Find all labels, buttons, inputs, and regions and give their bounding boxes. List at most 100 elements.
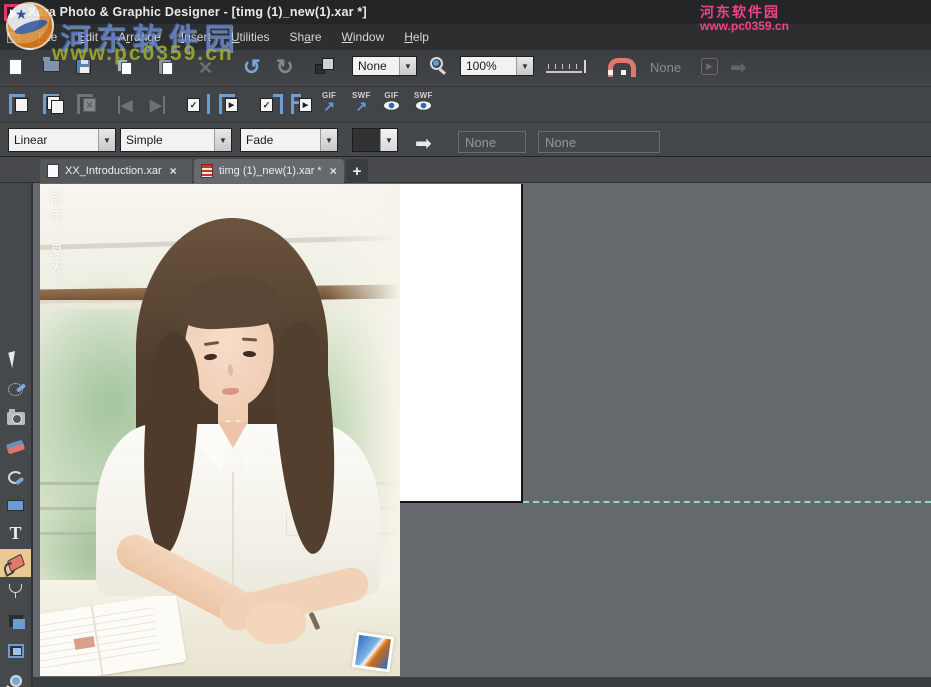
menu-edit[interactable]: Edit [67,26,108,48]
snap-magnet-icon[interactable] [608,58,626,74]
transition-type-value: Linear [9,129,98,151]
new-tab-button[interactable]: + [346,159,368,183]
menu-window[interactable]: Window [332,26,395,48]
cursor-icon [8,350,24,368]
export-arrow-icon[interactable]: ➡ [730,55,747,80]
zoom-level-dropdown[interactable]: 100% ▼ [460,56,534,76]
selected-object-value: None [353,57,399,75]
chevron-down-icon[interactable]: ▼ [320,129,337,151]
feather-slider-icon[interactable] [546,60,588,76]
canvas-area[interactable]: 那年，夏天。 T [0,183,931,687]
transition-effect-dropdown[interactable]: Fade ▼ [240,128,338,152]
app-logo-icon [4,4,21,21]
text-tool[interactable]: T [0,519,31,547]
freehand-select-tool[interactable] [0,375,31,403]
feather-value-label: None [650,60,681,75]
menu-insert[interactable]: Insert [171,26,221,48]
copy-frame-button[interactable] [42,93,68,115]
menu-file[interactable]: File [28,26,67,48]
window-title: Xara Photo & Graphic Designer - [timg (1… [28,5,367,19]
zoom-tool-button[interactable] [430,57,443,70]
preview-gif-button[interactable]: GIF [383,92,400,111]
delete-button[interactable]: ✕ [198,58,213,79]
chevron-down-icon[interactable]: ▼ [516,57,533,75]
fill-tool[interactable] [0,549,31,577]
wine-glass-icon [9,584,22,600]
paste-button[interactable] [158,59,175,76]
transition-type-dropdown[interactable]: Linear ▼ [8,128,116,152]
tab-label: timg (1)_new(1).xar * [219,165,322,177]
open-document-button[interactable] [43,60,60,72]
animation-properties-button[interactable]: ✓ [258,93,284,115]
eraser-icon [6,440,25,455]
preview-swf-button[interactable]: SWF [414,92,433,111]
new-frame-button[interactable] [8,93,34,115]
undo-button[interactable]: ↺ [243,55,261,80]
menu-utilities[interactable]: Utilities [221,26,280,48]
selected-object-dropdown[interactable]: None ▼ [352,56,417,76]
document-tab-bar: XX_Introduction.xar × timg (1)_new(1).xa… [0,157,931,183]
chevron-down-icon[interactable]: ▼ [380,129,397,151]
transparency-tool[interactable] [0,578,31,606]
lasso-brush-icon [8,383,23,396]
export-swf-button[interactable]: SWF↗ [352,92,371,113]
shirt-placket [232,472,234,594]
menu-share[interactable]: Share [280,26,332,48]
tab-close-icon[interactable]: × [330,164,337,178]
chevron-down-icon[interactable]: ▼ [399,57,416,75]
camera-icon [7,412,25,425]
eye-icon [383,100,400,111]
erase-tool[interactable] [0,433,31,461]
tab-label: XX_Introduction.xar [65,165,162,177]
next-frame-button[interactable]: ▶ [150,96,165,114]
document-window-icon[interactable] [7,32,20,43]
save-button[interactable] [76,59,91,74]
tab-timg-new[interactable]: timg (1)_new(1).xar * × [194,159,344,183]
previous-frame-button[interactable]: ◀ [118,96,133,114]
transform-button[interactable] [315,58,334,77]
selector-tool[interactable] [0,345,31,373]
transition-style-value: Simple [121,129,214,151]
title-bar: Xara Photo & Graphic Designer - [timg (1… [0,0,931,24]
transition-effect-value: Fade [241,129,320,151]
delete-frame-button[interactable]: ✕ [76,93,102,115]
frame-properties-button[interactable]: ✓ [185,93,211,115]
redo-button[interactable]: ↻ [276,55,294,80]
pen-curve-icon [8,469,24,483]
status-strip [33,677,931,687]
tab-xx-introduction[interactable]: XX_Introduction.xar × [40,159,192,183]
copy-button[interactable] [117,59,134,76]
photo-watermark-logo [352,632,395,673]
menu-help[interactable]: Help [394,26,439,48]
eye-icon [415,100,432,111]
tab-close-icon[interactable]: × [170,164,177,178]
photo-tool[interactable] [0,404,31,432]
paint-bucket-icon [6,554,24,573]
frame-target-field[interactable]: None [538,131,660,153]
shadow-tool[interactable] [0,607,31,635]
girl-eye [243,351,256,358]
chevron-down-icon[interactable]: ▼ [214,129,231,151]
magnifier-icon [10,675,22,687]
text-tool-icon: T [9,523,21,544]
menu-arrange[interactable]: Arrange [108,26,171,48]
transition-duration-dropdown[interactable]: ▼ [352,128,398,152]
shape-editor-tool[interactable] [0,462,31,490]
photo-image[interactable]: 那年，夏天。 [40,184,400,676]
transition-style-dropdown[interactable]: Simple ▼ [120,128,232,152]
menu-bar: File Edit Arrange Insert Utilities Share… [0,24,931,50]
tool-palette: T [0,183,33,687]
rectangle-tool[interactable] [0,491,31,519]
standard-toolbar: ✕ ↺ ↻ None ▼ 100% ▼ None ▶ ➡ [0,50,931,86]
girl-hands [246,602,306,644]
contour-tool[interactable] [0,637,31,665]
new-document-button[interactable] [9,59,22,75]
apply-transition-arrow-icon[interactable]: ➡ [415,131,432,156]
export-gif-button[interactable]: GIF↗ [322,92,336,113]
preview-all-frames-button[interactable]: ▶ [290,93,316,115]
zoom-tool[interactable] [0,667,31,687]
frame-preview-button[interactable]: ▶ [218,93,244,115]
play-animation-button[interactable]: ▶ [701,58,718,75]
chevron-down-icon[interactable]: ▼ [98,129,115,151]
frame-name-field[interactable]: None [458,131,526,153]
